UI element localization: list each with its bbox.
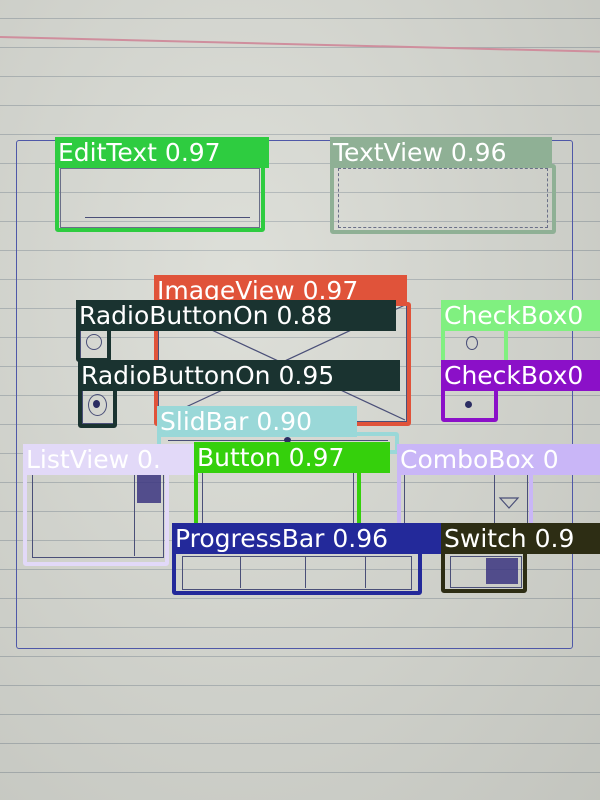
switch-detection-label: Switch 0.9 xyxy=(441,523,600,554)
progressbar-detection-box xyxy=(172,550,422,595)
checkbox-2-detection-label: CheckBox0 xyxy=(441,360,600,391)
slidbar-detection-label: SlidBar 0.90 xyxy=(157,406,357,437)
radio-2-detection-label: RadioButtonOn 0.95 xyxy=(78,360,400,391)
checkbox-1-detection-label: CheckBox0 xyxy=(441,300,600,331)
textview-detection-box xyxy=(330,164,556,234)
checkbox-2-detection-box xyxy=(441,386,498,422)
radio-1-detection-label: RadioButtonOn 0.88 xyxy=(76,300,396,331)
textview-detection-label: TextView 0.96 xyxy=(330,137,552,168)
progressbar-detection-label: ProgressBar 0.96 xyxy=(172,523,444,554)
listview-detection-label: ListView 0. xyxy=(23,444,199,475)
listview-detection-box xyxy=(23,470,169,566)
edittext-detection-label: EditText 0.97 xyxy=(55,137,269,168)
combobox-detection-label: ComboBox 0 xyxy=(397,444,600,475)
radio-1-detection-box xyxy=(76,326,111,362)
switch-detection-box xyxy=(441,550,527,593)
button-detection-label: Button 0.97 xyxy=(194,442,390,473)
edittext-detection-box xyxy=(55,164,265,232)
